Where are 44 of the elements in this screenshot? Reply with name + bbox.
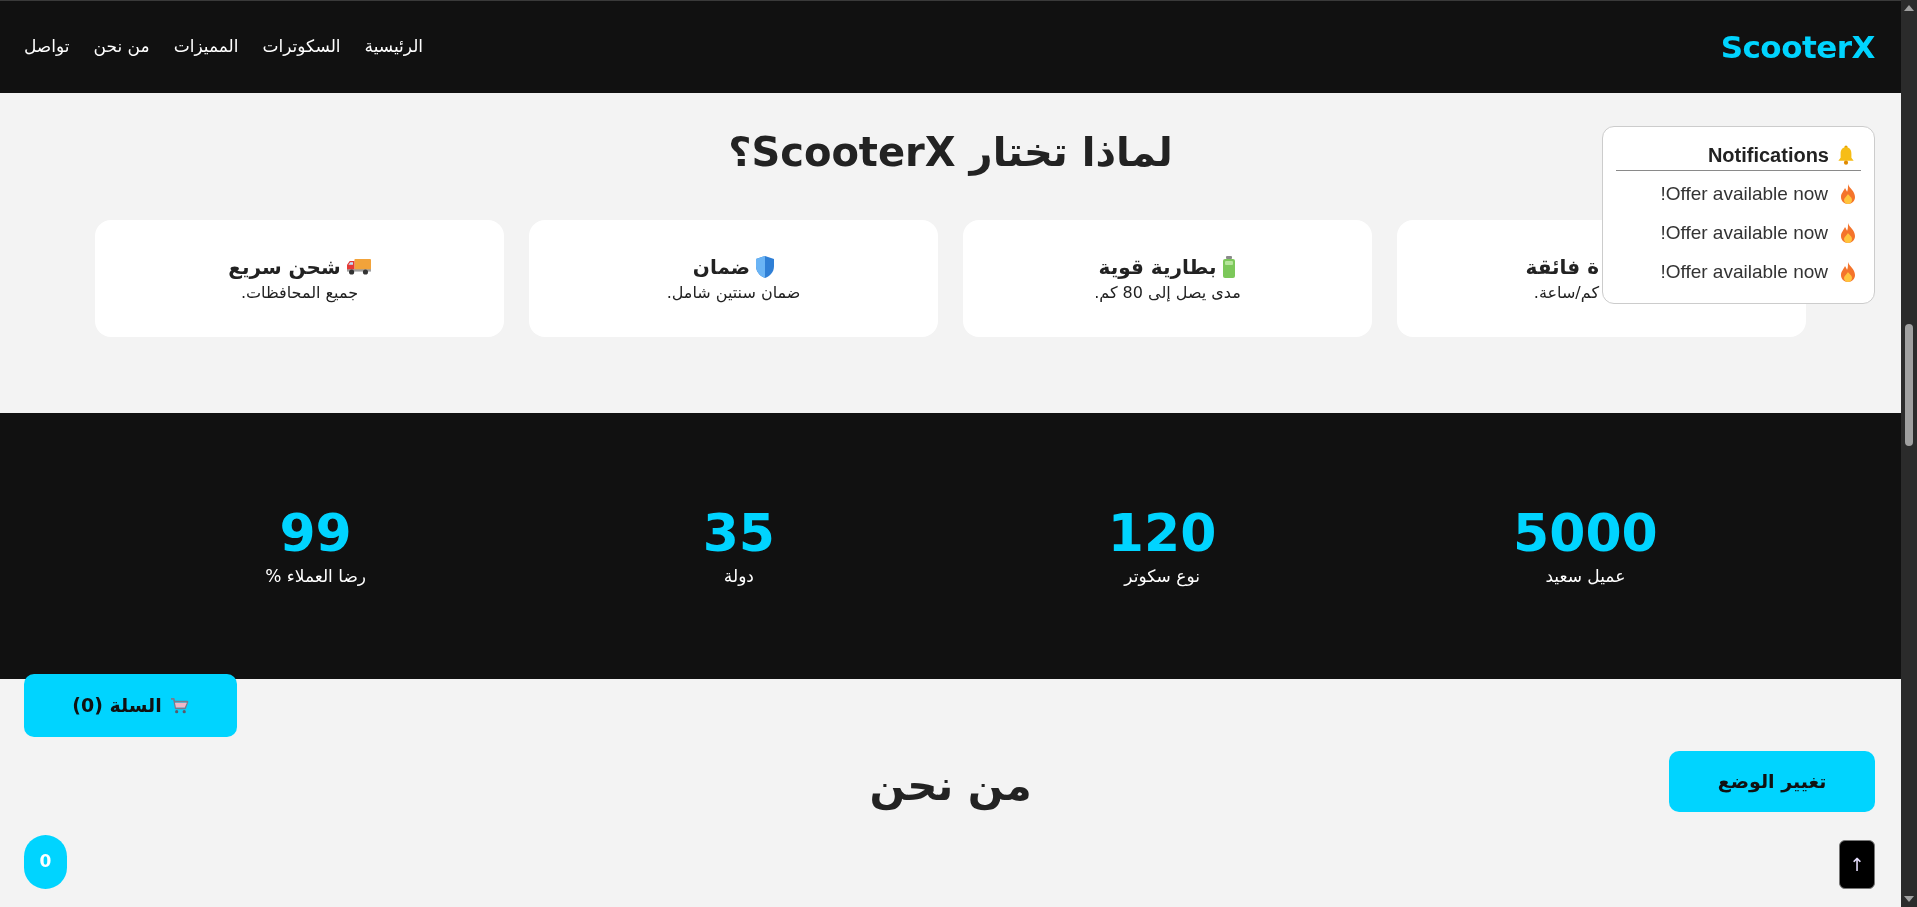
- notification-text: !Offer available now: [1660, 181, 1828, 206]
- nav-link[interactable]: السكوترات: [262, 34, 341, 60]
- feature-description: ضمان سنتين شامل.: [666, 281, 801, 305]
- nav-link[interactable]: المميزات: [173, 34, 239, 60]
- scroll-down-icon[interactable]: [1904, 896, 1914, 902]
- section-heading: لماذا تختار ScooterX؟: [728, 128, 1173, 178]
- scroll-to-top-button[interactable]: ↑: [1839, 840, 1875, 889]
- counter-badge: 0: [24, 835, 67, 889]
- stat-label: عميل سعيد: [1545, 565, 1626, 588]
- stat-label: دولة: [723, 565, 754, 588]
- feature-description: كم/ساعة.: [1533, 281, 1599, 304]
- stat-label: نوع سكوتر: [1124, 565, 1200, 589]
- feature-title: ضمان: [692, 253, 751, 281]
- shield-icon: [756, 255, 775, 278]
- feature-title: بطارية قوية: [1098, 253, 1217, 281]
- stat-label: رضا العملاء %: [265, 565, 367, 588]
- stat-number: 120: [1107, 503, 1217, 563]
- stat-number: 35: [702, 503, 776, 563]
- feature-title: ة فائقة: [1525, 253, 1599, 281]
- notification-text: !Offer available now: [1660, 259, 1828, 284]
- feature-title: شحن سريع: [228, 253, 341, 281]
- logo[interactable]: ScooterX: [1720, 23, 1875, 71]
- scroll-up-icon[interactable]: [1904, 5, 1914, 11]
- scrollbar-thumb[interactable]: [1905, 324, 1913, 446]
- theme-toggle-button[interactable]: تغيير الوضع: [1669, 751, 1875, 812]
- bell-icon: [1837, 145, 1855, 165]
- truck-icon: [346, 258, 371, 275]
- battery-icon: [1222, 255, 1237, 278]
- fire-icon: [1840, 183, 1856, 204]
- scrollbar[interactable]: [1901, 0, 1917, 907]
- nav-link[interactable]: تواصل: [24, 34, 70, 60]
- section-heading: من نحن: [869, 760, 1032, 812]
- fire-icon: [1840, 222, 1856, 243]
- feature-description: جميع المحافظات.: [240, 281, 359, 305]
- stat-number: 99: [279, 503, 352, 563]
- notification-text: !Offer available now: [1660, 220, 1828, 245]
- feature-description: مدى يصل إلى 80 كم.: [1094, 281, 1241, 304]
- notifications-title: Notifications: [1707, 143, 1829, 167]
- nav-link[interactable]: الرئيسية: [364, 34, 424, 60]
- stat-number: 5000: [1513, 503, 1658, 563]
- nav-link[interactable]: من نحن: [93, 34, 150, 60]
- fire-icon: [1840, 261, 1856, 282]
- cart-icon: [169, 697, 189, 714]
- cart-button[interactable]: السلة (0): [24, 674, 237, 737]
